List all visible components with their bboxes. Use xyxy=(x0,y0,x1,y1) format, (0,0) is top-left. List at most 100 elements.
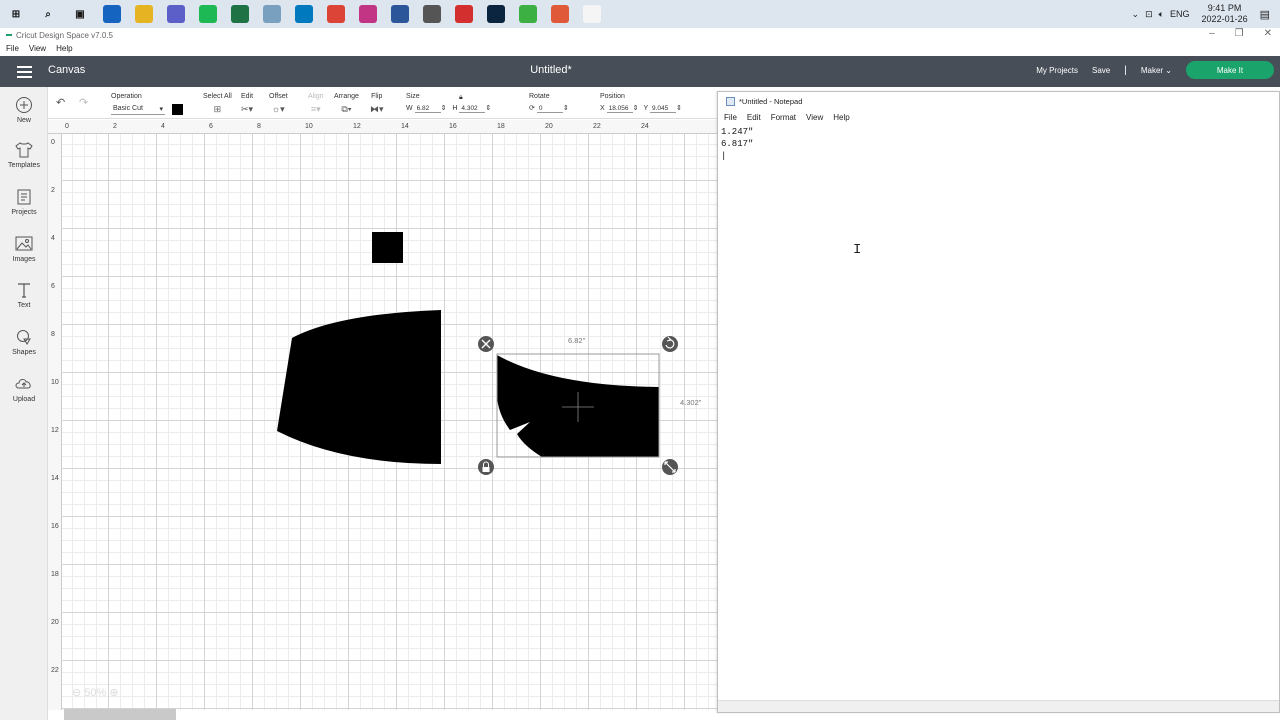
ruler-tick-label: 6 xyxy=(209,123,213,130)
chrome-icon[interactable] xyxy=(327,5,345,23)
color-swatch[interactable] xyxy=(172,104,183,115)
notepad-menu-file[interactable]: File xyxy=(724,113,737,122)
operation-dropdown[interactable]: Basic Cut ▾ xyxy=(111,104,165,115)
notepad-menu-edit[interactable]: Edit xyxy=(747,113,761,122)
save-button[interactable]: Save xyxy=(1092,66,1110,75)
operation-group: Operation Basic Cut ▾ xyxy=(111,93,165,115)
delete-handle-icon[interactable] xyxy=(478,336,494,352)
tshirt-icon xyxy=(15,142,33,158)
camtasia-red-icon[interactable] xyxy=(551,5,569,23)
offset-label: Offset xyxy=(269,93,288,100)
notepad-titlebar: *Untitled - Notepad xyxy=(718,92,1279,110)
zoom-indicator[interactable]: ⊖ 50% ⊕ xyxy=(72,686,119,699)
horizontal-scrollbar[interactable] xyxy=(64,709,176,720)
app-title: Cricut Design Space v7.0.5 xyxy=(16,30,113,40)
curved-panel-shape[interactable] xyxy=(277,310,441,464)
make-it-button[interactable]: Make It xyxy=(1186,61,1274,79)
settings-icon[interactable] xyxy=(423,5,441,23)
redo-icon[interactable]: ↷ xyxy=(79,96,88,109)
x-stepper-icon[interactable]: ⇕ xyxy=(633,105,639,112)
height-stepper-icon[interactable]: ⇕ xyxy=(485,105,491,112)
y-input[interactable]: 9.045 xyxy=(649,105,676,113)
taskbar-apps: ⊞ ⌕ ▣ xyxy=(0,5,608,23)
trello-icon[interactable] xyxy=(295,5,313,23)
excel-icon[interactable] xyxy=(231,5,249,23)
flip-group[interactable]: Flip ⧓▾ xyxy=(370,93,384,115)
outlook-icon[interactable] xyxy=(103,5,121,23)
arrange-group[interactable]: Arrange ⧉▾ xyxy=(334,93,359,115)
lock-handle-icon[interactable] xyxy=(478,459,494,475)
sidebar-item-label: Projects xyxy=(11,209,37,216)
notepad-menu-format[interactable]: Format xyxy=(771,113,796,122)
app-gray-icon[interactable] xyxy=(263,5,281,23)
rotate-input[interactable]: 0 xyxy=(536,105,563,113)
rotate-handle-icon[interactable] xyxy=(662,336,678,352)
sidebar-item-templates[interactable]: Templates xyxy=(0,141,48,169)
resize-handle-icon[interactable] xyxy=(662,459,678,475)
chevron-up-icon[interactable]: ⌄ xyxy=(1132,9,1140,20)
width-input[interactable]: 6.82 xyxy=(414,105,441,113)
menu-file[interactable]: File xyxy=(6,44,19,53)
volume-icon[interactable]: 🔈︎ xyxy=(1159,9,1164,20)
undo-icon[interactable]: ↶ xyxy=(56,96,65,109)
task-view-icon[interactable]: ▣ xyxy=(71,5,89,23)
spotify-icon[interactable] xyxy=(199,5,217,23)
app-titlebar: Cricut Design Space v7.0.5 – ❐ ✕ xyxy=(0,28,1280,42)
notepad-title: *Untitled - Notepad xyxy=(739,96,803,106)
notepad-menu-help[interactable]: Help xyxy=(833,113,849,122)
language-indicator[interactable]: ENG xyxy=(1170,9,1190,19)
menu-view[interactable]: View xyxy=(29,44,46,53)
offset-group[interactable]: Offset ☼▾ xyxy=(269,93,288,115)
photoshop-icon[interactable] xyxy=(487,5,505,23)
acrobat-icon[interactable] xyxy=(455,5,473,23)
scissors-icon: ✂▾ xyxy=(241,104,254,114)
design-canvas[interactable]: 6.82" 4.302" xyxy=(62,134,718,710)
sidebar-item-upload[interactable]: Upload xyxy=(0,375,48,403)
windows-start-icon[interactable]: ⊞ xyxy=(7,5,25,23)
sidebar-item-shapes[interactable]: Shapes xyxy=(0,328,48,356)
select-all-icon: ⊞ xyxy=(213,104,222,114)
instagram-icon[interactable] xyxy=(359,5,377,23)
width-stepper-icon[interactable]: ⇕ xyxy=(441,105,447,112)
rotate-group: Rotate ⟳ 0 ⇕ xyxy=(529,93,569,113)
y-stepper-icon[interactable]: ⇕ xyxy=(676,105,682,112)
maximize-icon[interactable]: ❐ xyxy=(1235,28,1244,39)
camtasia-green-icon[interactable] xyxy=(519,5,537,23)
square-shape[interactable] xyxy=(372,232,403,263)
notepad-text-area[interactable]: 1.247" 6.817" | xyxy=(718,124,1279,162)
close-icon[interactable]: ✕ xyxy=(1264,28,1272,39)
notepad-menubar: File Edit Format View Help xyxy=(718,110,1279,124)
sidebar-item-projects[interactable]: Projects xyxy=(0,188,48,216)
notification-icon[interactable]: ▤ xyxy=(1260,8,1270,21)
height-input[interactable]: 4.302 xyxy=(459,105,486,113)
rotate-stepper-icon[interactable]: ⇕ xyxy=(563,105,569,112)
flip-icon: ⧓▾ xyxy=(370,104,384,114)
offset-icon: ☼▾ xyxy=(271,104,285,114)
word-icon[interactable] xyxy=(391,5,409,23)
select-all-group[interactable]: Select All ⊞ xyxy=(203,93,232,115)
ruler-tick-label: 8 xyxy=(51,331,55,338)
ruler-tick-label: 4 xyxy=(51,235,55,242)
x-input[interactable]: 18.056 xyxy=(606,105,633,113)
edit-group[interactable]: Edit ✂▾ xyxy=(241,93,253,115)
cricut-icon[interactable] xyxy=(583,5,601,23)
sidebar-item-label: Shapes xyxy=(12,349,36,356)
search-icon[interactable]: ⌕ xyxy=(39,5,57,23)
machine-select[interactable]: Maker ⌄ xyxy=(1141,66,1172,75)
file-explorer-icon[interactable] xyxy=(135,5,153,23)
sidebar-item-label: Templates xyxy=(8,162,40,169)
teams-icon[interactable] xyxy=(167,5,185,23)
left-sidebar: New Templates Projects Images Text Shape… xyxy=(0,87,48,720)
menu-help[interactable]: Help xyxy=(56,44,72,53)
sidebar-item-text[interactable]: Text xyxy=(0,281,48,309)
minimize-icon[interactable]: – xyxy=(1209,28,1215,39)
edit-label: Edit xyxy=(241,93,254,100)
lock-ratio-icon[interactable]: 🔒︎ xyxy=(459,94,463,102)
sidebar-item-new[interactable]: New xyxy=(0,96,48,124)
sidebar-item-images[interactable]: Images xyxy=(0,235,48,263)
network-icon[interactable]: ⊡ xyxy=(1145,9,1153,20)
align-group[interactable]: Align ≡▾ xyxy=(308,93,324,115)
my-projects-link[interactable]: My Projects xyxy=(1036,66,1078,75)
notepad-menu-view[interactable]: View xyxy=(806,113,823,122)
clock[interactable]: 9:41 PM 2022-01-26 xyxy=(1202,3,1248,25)
